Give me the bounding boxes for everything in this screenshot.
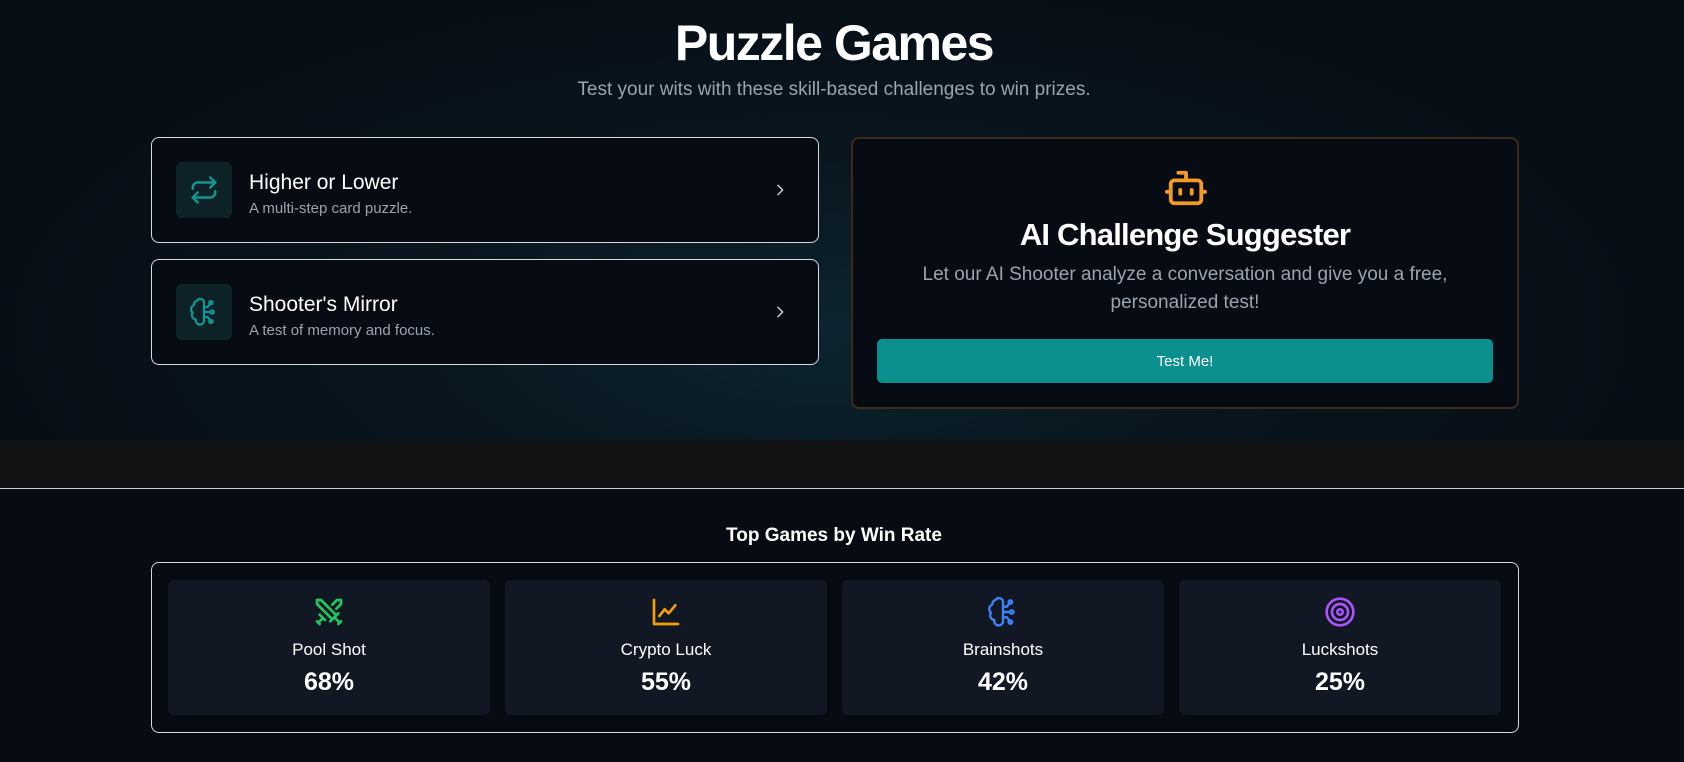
ai-card-title: AI Challenge Suggester — [1019, 217, 1351, 252]
robot-icon — [1164, 170, 1207, 206]
top-games-panel: Pool Shot 68% Crypto Luck 55% Brainshots… — [151, 562, 1519, 733]
game-card-higher-or-lower[interactable]: Higher or Lower A multi-step card puzzle… — [151, 137, 819, 243]
stat-name: Pool Shot — [292, 640, 366, 659]
stat-value: 55% — [640, 668, 692, 696]
chevron-right-icon — [777, 306, 784, 318]
stat-card-crypto-luck: Crypto Luck 55% — [505, 580, 827, 715]
stat-card-brainshots: Brainshots 42% — [842, 580, 1164, 715]
chevron-right-icon — [777, 184, 784, 196]
game-card-shooters-mirror[interactable]: Shooter's Mirror A test of memory and fo… — [151, 259, 819, 365]
stat-name: Crypto Luck — [620, 640, 712, 659]
line-chart-icon — [652, 598, 680, 626]
divider-band — [0, 440, 1684, 489]
ai-card-description: Let our AI Shooter analyze a conversatio… — [922, 264, 1448, 313]
ai-challenge-card: AI Challenge Suggester Let our AI Shoote… — [851, 137, 1519, 409]
stat-value: 25% — [1314, 668, 1366, 696]
top-games-title: Top Games by Win Rate — [726, 525, 942, 546]
crossed-swords-icon — [315, 598, 343, 626]
test-me-button[interactable]: Test Me! — [877, 339, 1493, 383]
stat-card-luckshots: Luckshots 25% — [1179, 580, 1501, 715]
stat-name: Luckshots — [1301, 640, 1379, 659]
game-name: Higher or Lower — [249, 171, 399, 194]
stat-name: Brainshots — [962, 640, 1044, 659]
page-title: Puzzle Games — [674, 15, 995, 71]
repeat-arrows-icon — [176, 162, 232, 218]
brain-icon — [176, 284, 232, 340]
hero-section: Puzzle Games Test your wits with these s… — [0, 0, 1684, 440]
stat-value: 42% — [977, 668, 1029, 696]
game-description: A multi-step card puzzle. — [249, 200, 413, 217]
page-subtitle: Test your wits with these skill-based ch… — [577, 79, 1091, 100]
target-icon — [1325, 597, 1355, 627]
game-description: A test of memory and focus. — [249, 322, 435, 339]
stat-card-pool-shot: Pool Shot 68% — [168, 580, 490, 715]
stat-value: 68% — [303, 668, 355, 696]
brain-icon — [988, 596, 1015, 627]
game-name: Shooter's Mirror — [249, 293, 398, 316]
